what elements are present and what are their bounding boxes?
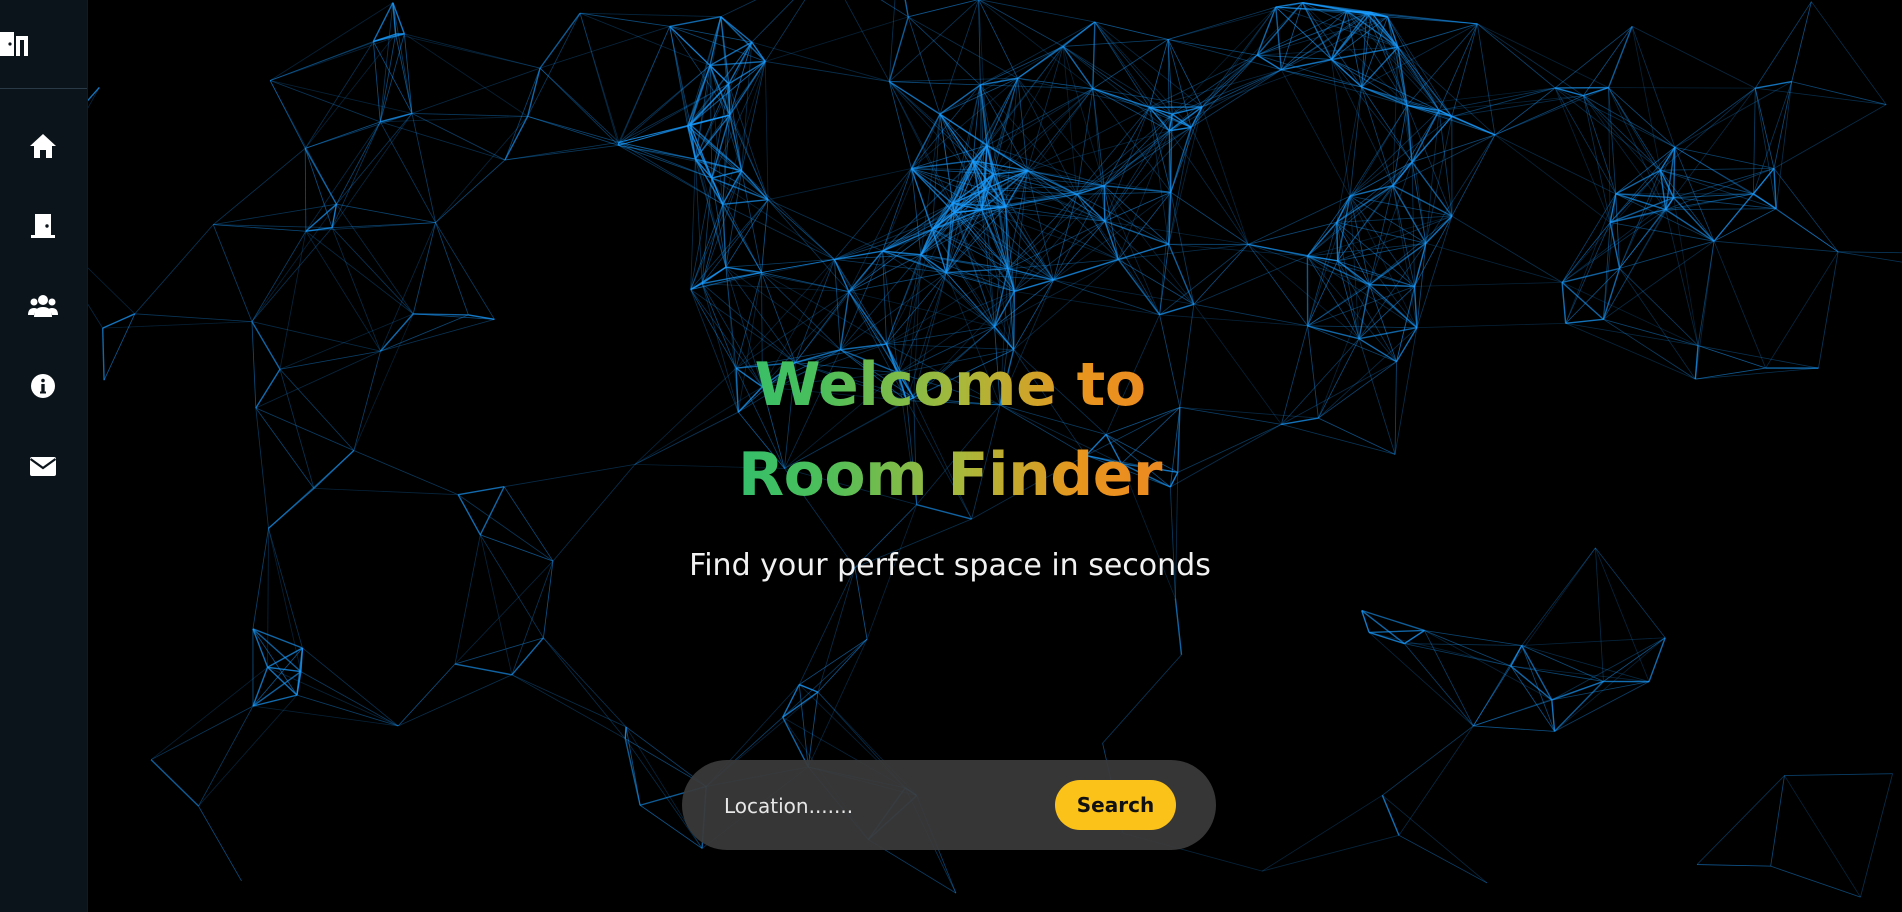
door-logo-icon[interactable] <box>0 26 30 62</box>
search-button[interactable]: Search <box>1055 780 1176 830</box>
sidebar <box>0 0 88 912</box>
page-title: Welcome to Room Finder <box>660 340 1240 520</box>
hero-section: Welcome to Room Finder Find your perfect… <box>660 340 1240 583</box>
search-bar: Search <box>682 760 1216 850</box>
info-icon <box>28 371 58 405</box>
users-icon <box>28 291 58 325</box>
location-search-input[interactable] <box>722 784 1106 828</box>
home-icon <box>28 131 58 165</box>
page-subtitle: Find your perfect space in seconds <box>689 548 1211 583</box>
sidebar-item-users[interactable] <box>18 285 68 331</box>
sidebar-divider <box>0 88 87 89</box>
door-icon <box>28 211 58 245</box>
sidebar-item-info[interactable] <box>18 365 68 411</box>
sidebar-item-rooms[interactable] <box>18 205 68 251</box>
sidebar-item-contact[interactable] <box>18 445 68 491</box>
sidebar-item-home[interactable] <box>18 125 68 171</box>
envelope-icon <box>28 451 58 485</box>
